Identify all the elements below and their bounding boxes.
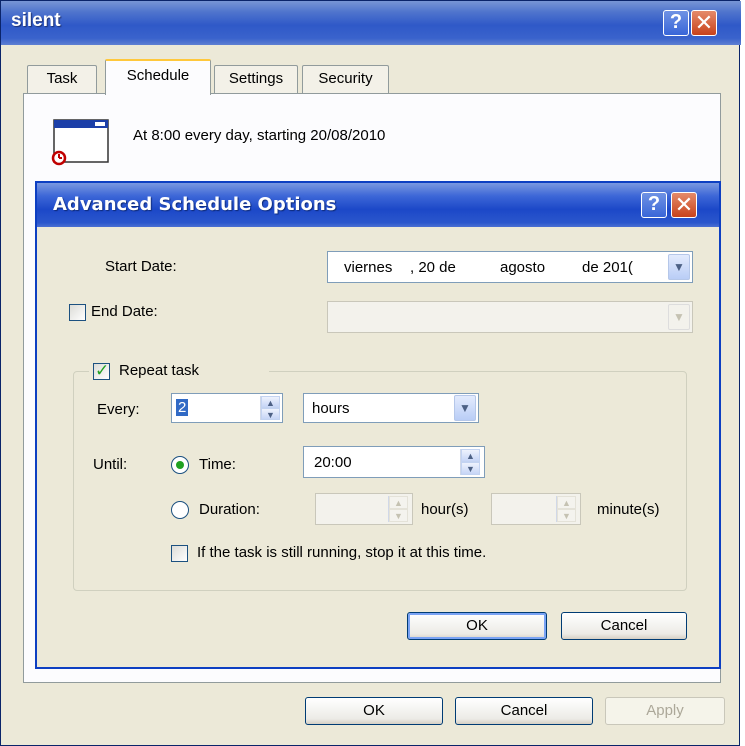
tab-settings[interactable]: Settings — [214, 65, 298, 93]
start-date-month[interactable]: agosto — [500, 259, 545, 276]
time-radio[interactable] — [171, 456, 189, 474]
spin-down-icon[interactable]: ▼ — [461, 462, 480, 475]
repeat-task-label: Repeat task — [119, 362, 200, 379]
time-input[interactable]: 20:00 ▲ ▼ — [303, 446, 485, 478]
spin-up-icon: ▲ — [557, 496, 576, 509]
until-label: Until: — [93, 456, 128, 473]
every-spinner[interactable]: 2 ▲ ▼ — [171, 393, 283, 423]
ok-button[interactable]: OK — [305, 697, 443, 725]
every-unit-select[interactable]: hours ▼ — [303, 393, 479, 423]
every-unit-value[interactable]: hours — [312, 400, 350, 417]
dialog-titlebar[interactable]: Advanced Schedule Options ? ✕ — [37, 183, 719, 227]
every-label: Every: — [97, 401, 140, 418]
close-icon[interactable]: ✕ — [691, 10, 717, 36]
tab-schedule[interactable]: Schedule — [105, 59, 211, 95]
end-date-checkbox[interactable] — [69, 304, 86, 321]
spin-up-icon: ▲ — [389, 496, 408, 509]
minutes-unit-label: minute(s) — [597, 501, 660, 518]
dialog-title: Advanced Schedule Options — [53, 194, 337, 215]
window-title: silent — [11, 10, 61, 31]
time-value[interactable]: 20:00 — [314, 454, 352, 471]
duration-hours-spin: ▲ ▼ — [388, 496, 408, 522]
duration-minutes-spin: ▲ ▼ — [556, 496, 576, 522]
repeat-task-checkbox[interactable] — [93, 361, 110, 381]
spin-down-icon[interactable]: ▼ — [261, 408, 280, 420]
spin-down-icon: ▼ — [557, 509, 576, 522]
chevron-down-icon[interactable]: ▼ — [454, 395, 476, 421]
time-spin-buttons[interactable]: ▲ ▼ — [460, 449, 480, 475]
dialog-cancel-button[interactable]: Cancel — [561, 612, 687, 640]
duration-minutes-input: ▲ ▼ — [491, 493, 581, 525]
chevron-down-icon: ▼ — [668, 304, 690, 330]
group-legend: Repeat task — [89, 361, 269, 383]
spin-up-icon[interactable]: ▲ — [461, 449, 480, 462]
hours-unit-label: hour(s) — [421, 501, 469, 518]
dialog-ok-button[interactable]: OK — [407, 612, 547, 640]
spin-up-icon[interactable]: ▲ — [261, 396, 280, 408]
help-icon[interactable]: ? — [663, 10, 689, 36]
end-date-picker: ▼ — [327, 301, 693, 333]
scheduler-window: silent ? ✕ Task Schedule Settings Securi… — [0, 0, 741, 746]
duration-radio[interactable] — [171, 501, 189, 519]
window-titlebar[interactable]: silent ? ✕ — [1, 1, 741, 45]
chevron-down-icon[interactable]: ▼ — [668, 254, 690, 280]
apply-button: Apply — [605, 697, 725, 725]
dialog-help-icon[interactable]: ? — [641, 192, 667, 218]
start-date-year[interactable]: de 201( — [582, 259, 633, 276]
end-date-label: End Date: — [91, 303, 158, 320]
every-value[interactable]: 2 — [176, 399, 189, 416]
tab-security[interactable]: Security — [302, 65, 389, 93]
stop-task-checkbox[interactable] — [171, 545, 188, 562]
start-date-weekday[interactable]: viernes — [344, 259, 392, 276]
every-spin-buttons[interactable]: ▲ ▼ — [260, 396, 280, 420]
advanced-schedule-dialog: Advanced Schedule Options ? ✕ Start Date… — [35, 181, 721, 669]
schedule-window-icon — [51, 119, 109, 166]
dialog-close-icon[interactable]: ✕ — [671, 192, 697, 218]
start-date-picker[interactable]: viernes , 20 de agosto de 201( ▼ — [327, 251, 693, 283]
start-date-day[interactable]: , 20 de — [410, 259, 456, 276]
start-date-label: Start Date: — [105, 258, 177, 275]
time-label: Time: — [199, 456, 236, 473]
stop-task-label: If the task is still running, stop it at… — [197, 544, 487, 561]
spin-down-icon: ▼ — [389, 509, 408, 522]
schedule-summary: At 8:00 every day, starting 20/08/2010 — [133, 127, 386, 144]
cancel-button[interactable]: Cancel — [455, 697, 593, 725]
duration-hours-input: ▲ ▼ — [315, 493, 413, 525]
tab-task[interactable]: Task — [27, 65, 97, 93]
duration-label: Duration: — [199, 501, 260, 518]
